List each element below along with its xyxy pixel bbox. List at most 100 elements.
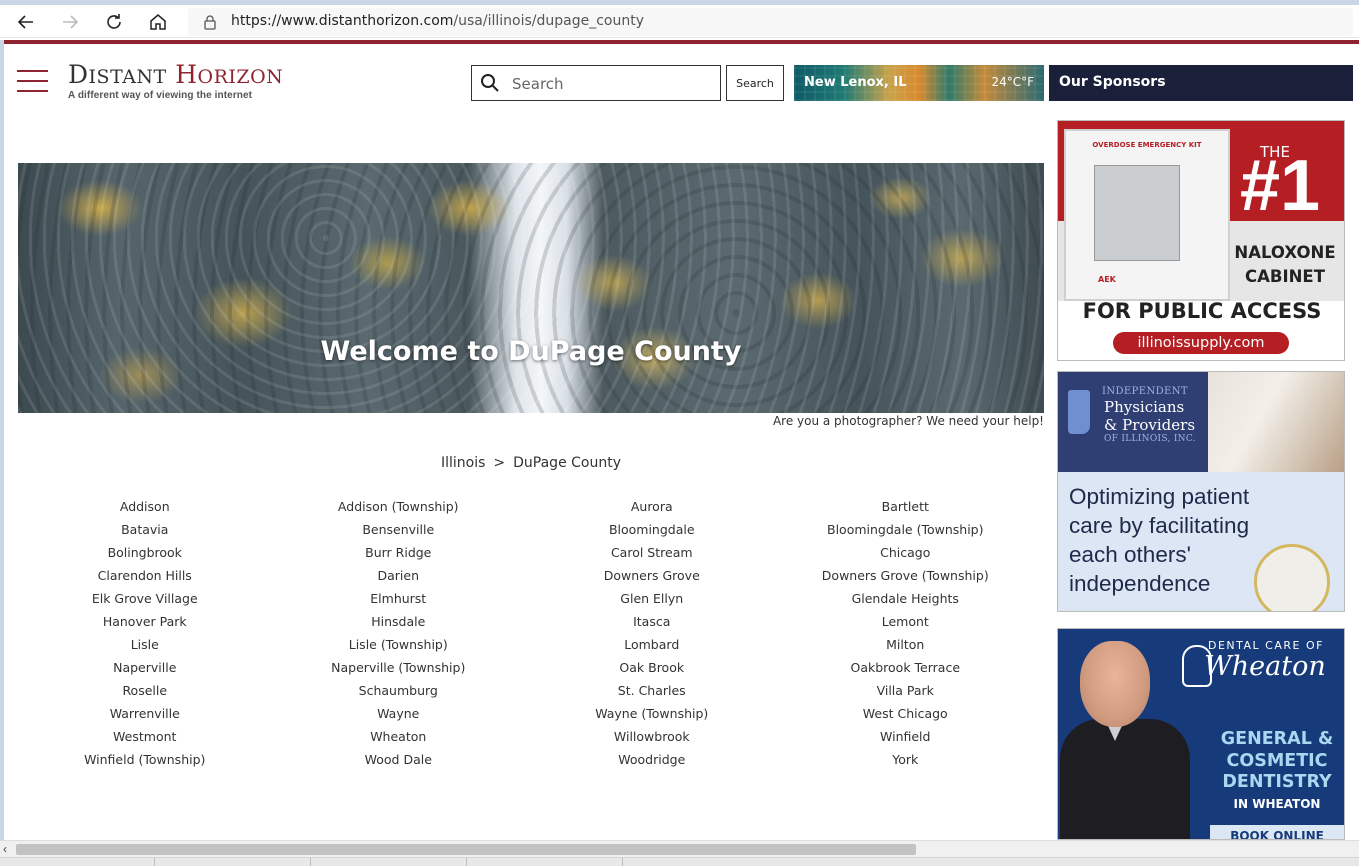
browser-toolbar: https://www.distanthorizon.com/usa/illin… — [0, 5, 1359, 38]
ad2-of-illinois: OF ILLINOIS, INC. — [1104, 434, 1196, 444]
ad-physicians-providers[interactable]: INDEPENDENT Physicians & Providers OF ILL… — [1057, 371, 1345, 612]
home-icon — [150, 14, 166, 30]
place-link[interactable]: Lemont — [779, 612, 1033, 635]
hero-banner: Welcome to DuPage County — [18, 163, 1044, 413]
hamburger-icon — [17, 70, 48, 72]
place-link[interactable]: Addison — [18, 497, 272, 520]
hero-title: Welcome to DuPage County — [320, 336, 742, 367]
ad3-in-wheaton: IN WHEATON — [1233, 797, 1321, 811]
ad1-product: NALOXONE CABINET — [1234, 243, 1336, 286]
weather-temperature: 24°C°F — [991, 75, 1034, 89]
place-link[interactable]: Wayne (Township) — [525, 704, 779, 727]
places-list: Addison Addison (Township) Aurora Bartlett B… — [18, 497, 1032, 773]
place-link[interactable]: York — [779, 750, 1033, 773]
place-link[interactable]: West Chicago — [779, 704, 1033, 727]
place-link[interactable]: Bloomingdale (Township) — [779, 520, 1033, 543]
menu-button[interactable] — [17, 68, 48, 94]
place-link[interactable]: Carol Stream — [525, 543, 779, 566]
place-link[interactable]: Bensenville — [272, 520, 526, 543]
place-link[interactable]: Elk Grove Village — [18, 589, 272, 612]
refresh-icon — [107, 14, 121, 29]
place-link[interactable]: Bolingbrook — [18, 543, 272, 566]
search-icon — [481, 74, 499, 92]
back-button[interactable] — [12, 8, 40, 36]
site-name: DISTANT HORIZON — [68, 60, 284, 89]
scrollbar-thumb[interactable] — [16, 844, 916, 855]
place-link[interactable]: Woodridge — [525, 750, 779, 773]
status-bar — [0, 857, 1359, 866]
place-link[interactable]: Lisle (Township) — [272, 635, 526, 658]
place-link[interactable]: Hanover Park — [18, 612, 272, 635]
cabinet-image: OVERDOSE EMERGENCY KIT AEK — [1064, 129, 1230, 301]
sponsors-label: Our Sponsors — [1059, 74, 1166, 90]
ad2-photo — [1208, 372, 1344, 472]
horizontal-scrollbar[interactable]: ‹ — [0, 840, 1359, 857]
url-host: https://www.distanthorizon.com — [231, 13, 454, 29]
place-link[interactable]: Naperville — [18, 658, 272, 681]
search-button[interactable]: Search — [726, 65, 784, 101]
breadcrumb-separator: > — [493, 455, 506, 471]
place-link[interactable]: Oakbrook Terrace — [779, 658, 1033, 681]
place-link[interactable]: Villa Park — [779, 681, 1033, 704]
search-input[interactable] — [512, 73, 712, 95]
place-link[interactable]: Glendale Heights — [779, 589, 1033, 612]
ad2-independent: INDEPENDENT — [1102, 386, 1188, 397]
place-link[interactable]: Oak Brook — [525, 658, 779, 681]
left-edge — [0, 40, 4, 840]
ad1-url: illinoissupply.com — [1113, 332, 1289, 354]
weather-widget[interactable]: New Lenox, IL 24°C°F — [794, 65, 1044, 101]
breadcrumb-illinois[interactable]: Illinois — [441, 455, 485, 471]
kit-label: OVERDOSE EMERGENCY KIT — [1092, 141, 1202, 149]
address-bar[interactable]: https://www.distanthorizon.com/usa/illin… — [188, 8, 1353, 36]
url-text: https://www.distanthorizon.com/usa/illin… — [231, 13, 644, 29]
place-link[interactable]: Itasca — [525, 612, 779, 635]
ad1-the: THE — [1260, 143, 1290, 161]
place-link[interactable]: Roselle — [18, 681, 272, 704]
ad-dental-care-wheaton[interactable]: DENTAL CARE OF Wheaton GENERAL & COSMETIC… — [1057, 628, 1345, 840]
url-path: /usa/illinois/dupage_county — [453, 13, 645, 29]
home-button[interactable] — [144, 8, 172, 36]
site-tagline: A different way of viewing the internet — [68, 90, 253, 101]
place-link[interactable]: Wheaton — [272, 727, 526, 750]
place-link[interactable]: Lisle — [18, 635, 272, 658]
place-link[interactable]: Hinsdale — [272, 612, 526, 635]
weather-city: New Lenox, IL — [804, 75, 907, 90]
place-link[interactable]: Winfield — [779, 727, 1033, 750]
arrow-left-icon — [17, 15, 33, 29]
ad3-book-online[interactable]: BOOK ONLINE — [1210, 825, 1344, 839]
illinois-state-icon — [1068, 390, 1090, 434]
place-link[interactable]: Naperville (Township) — [272, 658, 526, 681]
photographer-link[interactable]: Are you a photographer? We need your hel… — [773, 414, 1044, 428]
place-link[interactable]: Addison (Township) — [272, 497, 526, 520]
scroll-left-icon[interactable]: ‹ — [3, 842, 7, 856]
place-link[interactable]: Downers Grove (Township) — [779, 566, 1033, 589]
place-link[interactable]: Batavia — [18, 520, 272, 543]
place-link[interactable]: Warrenville — [18, 704, 272, 727]
place-link[interactable]: Winfield (Township) — [18, 750, 272, 773]
place-link[interactable]: Wayne — [272, 704, 526, 727]
place-link[interactable]: Schaumburg — [272, 681, 526, 704]
place-link[interactable]: Lombard — [525, 635, 779, 658]
place-link[interactable]: Clarendon Hills — [18, 566, 272, 589]
refresh-button[interactable] — [100, 8, 128, 36]
place-link[interactable]: Wood Dale — [272, 750, 526, 773]
place-link[interactable]: Chicago — [779, 543, 1033, 566]
forward-button[interactable] — [56, 8, 84, 36]
place-link[interactable]: Glen Ellyn — [525, 589, 779, 612]
place-link[interactable]: Darien — [272, 566, 526, 589]
place-link[interactable]: Elmhurst — [272, 589, 526, 612]
ad2-message: Optimizing patient care by facilitating … — [1069, 484, 1250, 596]
place-link[interactable]: Willowbrook — [525, 727, 779, 750]
place-link[interactable]: Burr Ridge — [272, 543, 526, 566]
place-link[interactable]: Milton — [779, 635, 1033, 658]
header-accent-bar — [4, 40, 1359, 44]
breadcrumb: Illinois > DuPage County — [18, 455, 1044, 471]
place-link[interactable]: Aurora — [525, 497, 779, 520]
place-link[interactable]: Westmont — [18, 727, 272, 750]
ad-naloxone-cabinet[interactable]: OVERDOSE EMERGENCY KIT AEK #1 THE NALOXO… — [1057, 120, 1345, 361]
site-logo[interactable]: DISTANT HORIZON A different way of viewi… — [68, 60, 283, 101]
place-link[interactable]: St. Charles — [525, 681, 779, 704]
place-link[interactable]: Bloomingdale — [525, 520, 779, 543]
place-link[interactable]: Downers Grove — [525, 566, 779, 589]
place-link[interactable]: Bartlett — [779, 497, 1033, 520]
